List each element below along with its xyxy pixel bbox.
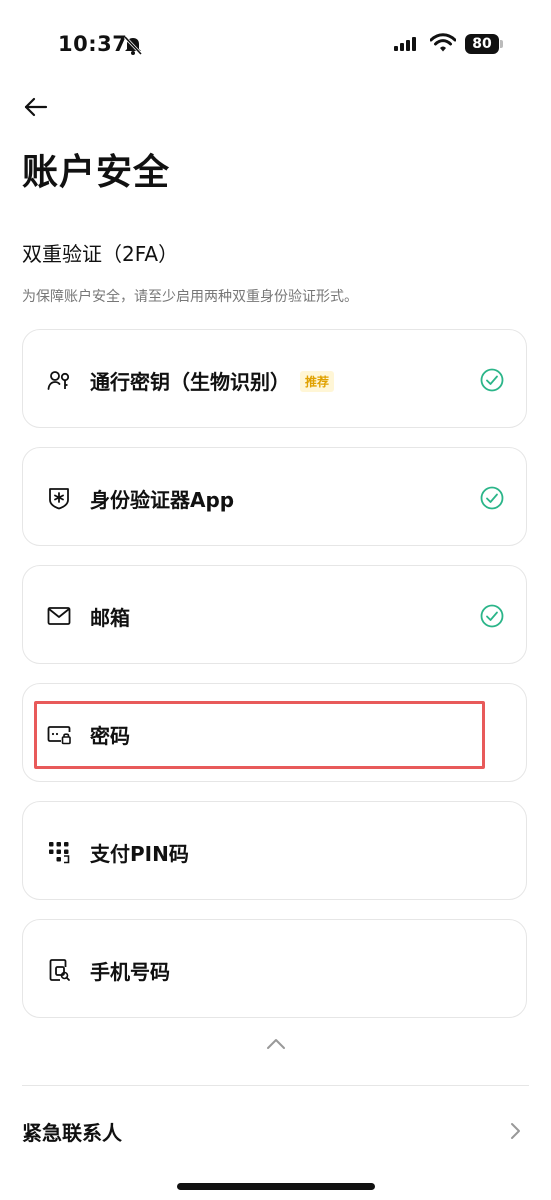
status-time: 10:37 [58, 32, 128, 56]
method-card-phone[interactable]: 手机号码 [22, 919, 527, 1018]
pin-keypad-icon [49, 842, 70, 864]
method-label: 支付PIN码 [90, 842, 189, 866]
chevron-up-icon[interactable] [264, 1036, 288, 1052]
check-circle-icon [480, 604, 504, 628]
method-label-text: 通行密钥（生物识别） [90, 370, 290, 394]
highlight-annotation [34, 701, 485, 769]
bell-off-icon [123, 35, 143, 56]
wifi-icon [430, 33, 456, 52]
method-label: 身份验证器App [90, 488, 235, 512]
status-bar: 10:37 80 [0, 0, 551, 90]
method-card-passkey[interactable]: 通行密钥（生物识别） 推荐 [22, 329, 527, 428]
phone-icon [49, 959, 70, 981]
section-title-2fa: 双重验证（2FA） [22, 242, 179, 266]
mail-icon [47, 607, 71, 625]
method-label: 邮箱 [90, 606, 130, 630]
chevron-right-icon[interactable] [508, 1120, 522, 1142]
section-description: 为保障账户安全，请至少启用两种双重身份验证形式。 [22, 289, 358, 305]
back-arrow-icon[interactable] [22, 93, 50, 121]
divider [22, 1085, 529, 1086]
method-label: 通行密钥（生物识别） 推荐 [90, 366, 335, 395]
check-circle-icon [480, 368, 504, 392]
emergency-contact-row[interactable]: 紧急联系人 [22, 1117, 122, 1146]
method-card-payment-pin[interactable]: 支付PIN码 [22, 801, 527, 900]
authenticator-icon [49, 488, 69, 510]
passkey-icon [47, 371, 70, 390]
battery-indicator: 80 [465, 34, 499, 54]
method-card-email[interactable]: 邮箱 [22, 565, 527, 664]
check-circle-icon [480, 486, 504, 510]
method-label: 手机号码 [90, 960, 170, 984]
method-card-authenticator[interactable]: 身份验证器App [22, 447, 527, 546]
battery-cap [500, 40, 503, 48]
recommended-badge: 推荐 [300, 371, 335, 392]
page-title: 账户安全 [22, 152, 171, 193]
signal-icon [394, 37, 416, 51]
home-indicator [177, 1183, 375, 1190]
